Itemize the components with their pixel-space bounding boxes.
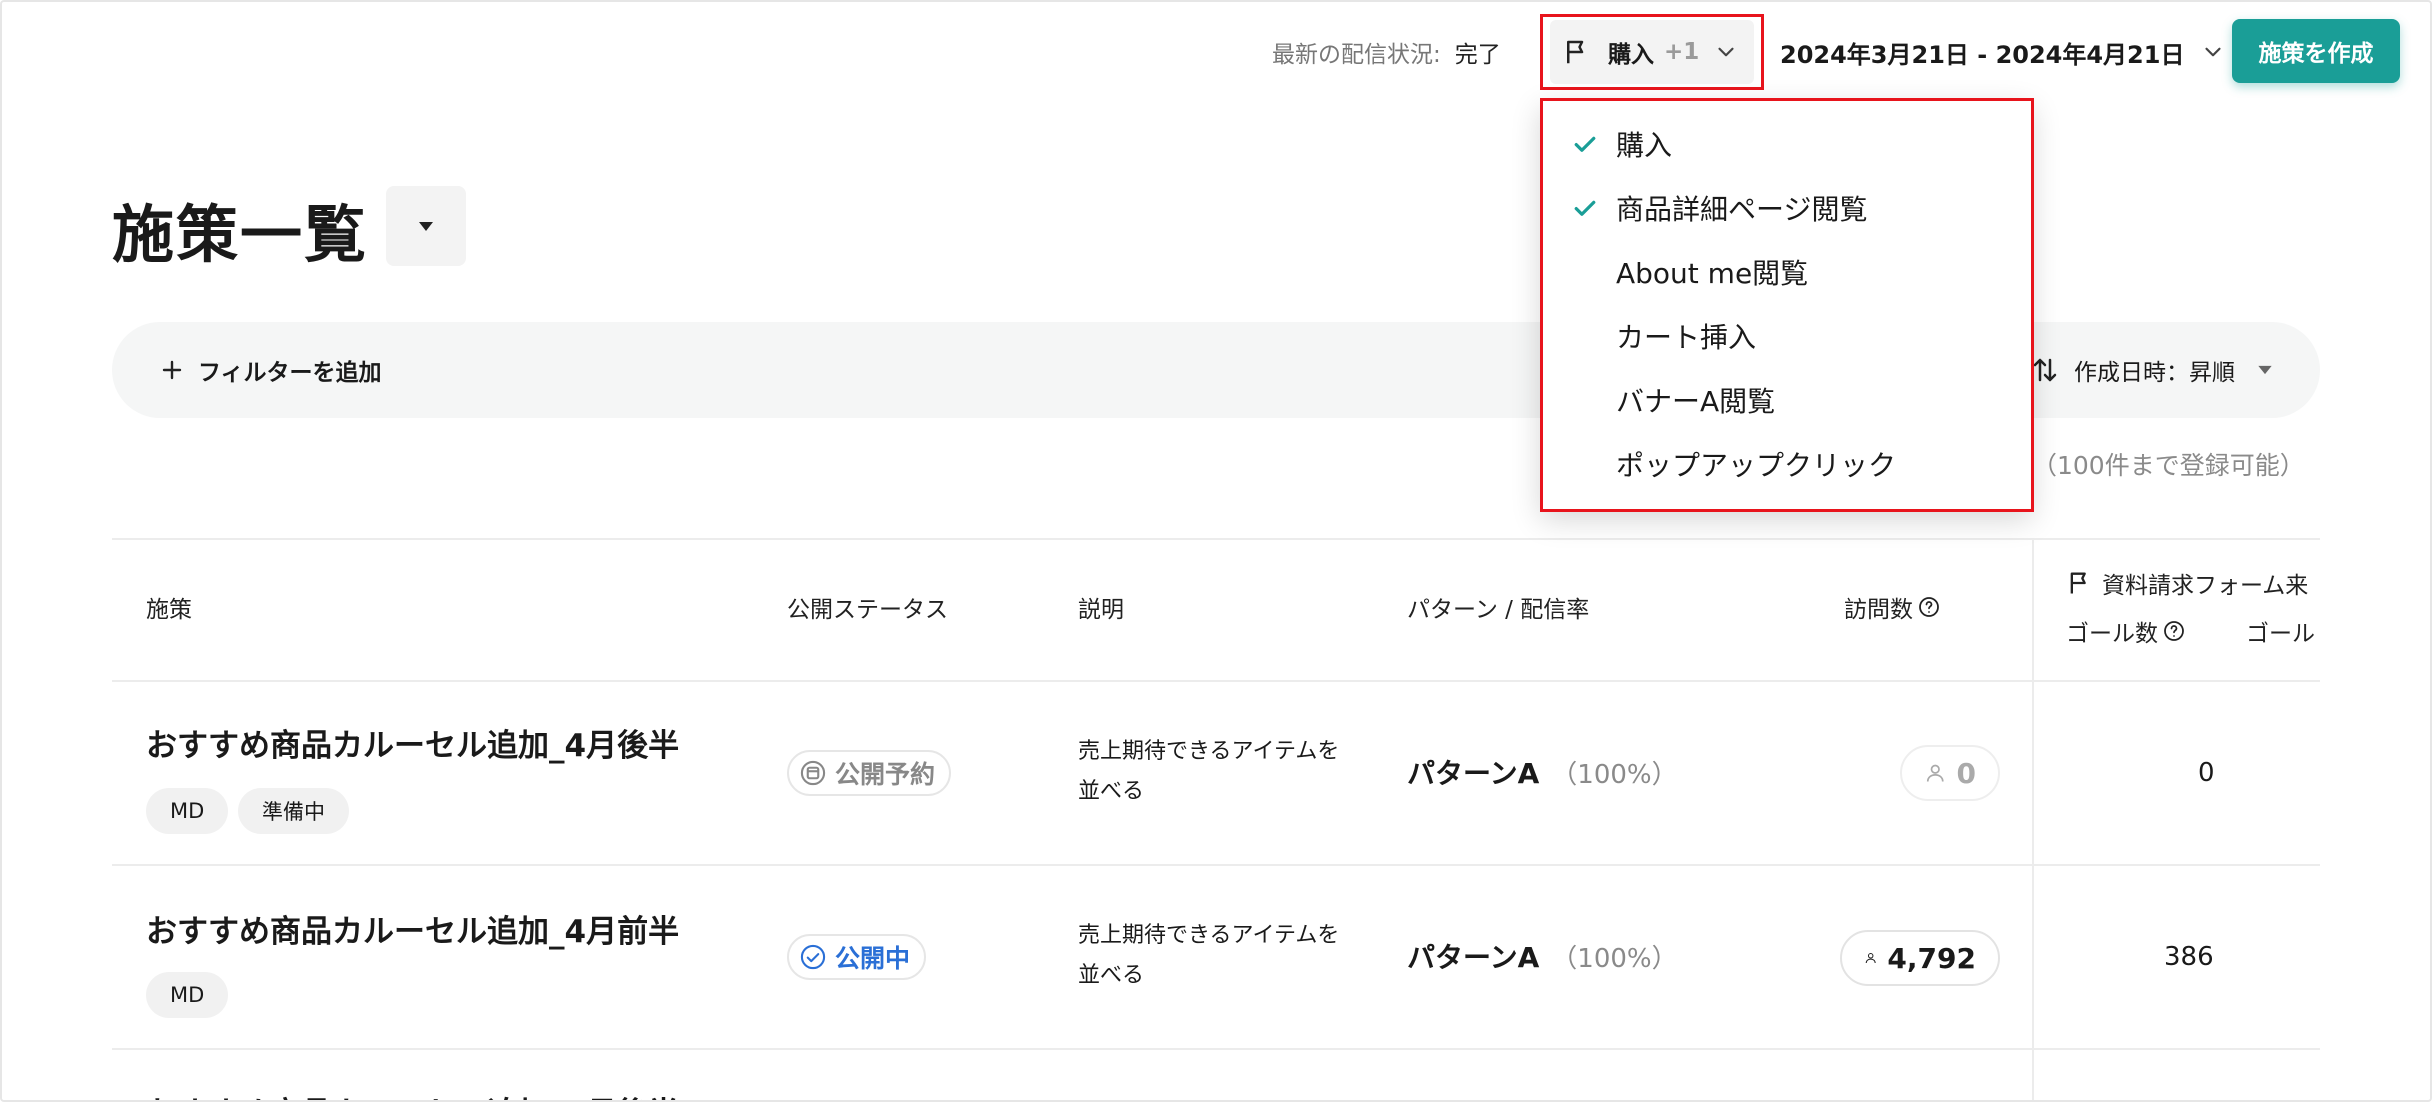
pattern-cell: パターンA （100%）: [1407, 936, 1678, 976]
check-circle-icon: [800, 944, 826, 970]
help-icon[interactable]: [2162, 619, 2186, 643]
user-icon: [1865, 953, 1876, 964]
chevron-down-icon: [2205, 47, 2222, 57]
add-filter-button[interactable]: フィルターを追加: [160, 350, 382, 390]
add-filter-label: フィルターを追加: [198, 360, 382, 386]
goal-dropdown-menu: 購入 商品詳細ページ閲覧 About me閲覧 カート挿入 バナーA閲覧 ポップ…: [1540, 98, 2032, 510]
plus-icon: [162, 360, 182, 380]
help-icon[interactable]: [1917, 595, 1941, 619]
campaign-tag: MD: [146, 972, 229, 1018]
create-campaign-button[interactable]: 施策を作成: [2232, 19, 2400, 83]
header-goal-count: ゴール数: [2066, 614, 2186, 648]
flag-icon: [1567, 40, 1584, 64]
goal-selector-label: 購入: [1608, 42, 1654, 68]
flag-icon: [2070, 572, 2086, 594]
campaign-tag: 準備中: [238, 788, 349, 834]
header-goal-group-label: 資料請求フォーム来: [2102, 573, 2309, 599]
goal-option-label: 商品詳細ページ閲覧: [1616, 193, 1868, 226]
delivery-status-value: 完了: [1454, 42, 1501, 68]
sort-label: 作成日時：昇順: [2074, 360, 2235, 386]
limit-note: （100件まで登録可能）: [2032, 451, 2305, 480]
check-icon: [1574, 136, 1596, 152]
title-menu-toggle[interactable]: [386, 186, 466, 266]
goal-count: 386: [2164, 942, 2214, 972]
header-goal-more: ゴール: [2246, 621, 2315, 647]
date-range-label: 2024年3月21日 - 2024年4月21日: [1780, 40, 2185, 69]
goal-option[interactable]: About me閲覧: [1540, 240, 2032, 304]
goal-option-label: ポップアップクリック: [1616, 449, 1897, 482]
sort-icon: [2033, 358, 2057, 382]
campaign-tag: MD: [146, 788, 229, 834]
goal-option[interactable]: カート挿入: [1540, 304, 2032, 368]
header-visits: 訪問数: [1844, 590, 1941, 624]
header-pattern: パターン / 配信率: [1407, 597, 1590, 623]
table-divider: [112, 538, 2320, 540]
delivery-status-label: 最新の配信状況:: [1272, 42, 1441, 68]
user-icon: [1926, 764, 1944, 782]
pattern-cell: パターンA （100%）: [1407, 752, 1678, 792]
caret-down-icon: [2258, 365, 2272, 375]
campaign-name[interactable]: おすすめ商品カルーセル追加_4月後半: [146, 720, 679, 765]
campaign-description: 売上期待できるアイテムを並べる: [1078, 923, 1340, 988]
header-description: 説明: [1078, 597, 1124, 623]
goal-option[interactable]: ポップアップクリック: [1540, 432, 2032, 496]
goal-option-label: About me閲覧: [1616, 257, 1809, 290]
status-badge: 公開予約: [787, 750, 952, 796]
pattern-rate: （100%）: [1551, 759, 1678, 790]
campaign-name[interactable]: おすすめ商品カルーセル追加_3月後半: [146, 1088, 679, 1100]
header-campaign: 施策: [146, 597, 192, 623]
campaign-description: 売上期待できるアイテムを並べる: [1078, 739, 1340, 804]
visits-count: 0: [1956, 756, 1976, 790]
goal-count: 0: [2198, 758, 2215, 788]
goal-option-label: 購入: [1616, 129, 1673, 162]
sort-selector[interactable]: 作成日時：昇順: [2030, 350, 2275, 390]
goal-option[interactable]: 商品詳細ページ閲覧: [1540, 176, 2032, 240]
table-divider: [112, 1048, 2320, 1050]
date-range-picker[interactable]: 2024年3月21日 - 2024年4月21日: [1780, 30, 2226, 74]
table-divider: [112, 864, 2320, 866]
campaign-name[interactable]: おすすめ商品カルーセル追加_4月前半: [146, 906, 679, 951]
visits-count: 4,792: [1887, 941, 1976, 975]
goal-option[interactable]: バナーA閲覧: [1540, 368, 2032, 432]
header-goal-group: 資料請求フォーム来: [2066, 566, 2308, 600]
status-label: 公開中: [835, 944, 911, 973]
pattern-name: パターンA: [1407, 941, 1540, 974]
header-status: 公開ステータス: [787, 597, 948, 623]
header-visits-label: 訪問数: [1844, 597, 1913, 623]
calendar-icon: [800, 760, 826, 786]
header-goal-count-label: ゴール数: [2066, 621, 2158, 647]
status-badge: 公開中: [787, 934, 927, 980]
page-title: 施策一覧: [112, 198, 369, 271]
goal-selector-extra-count: +1: [1664, 39, 1700, 65]
goal-option[interactable]: 購入: [1540, 112, 2032, 176]
delivery-status: 最新の配信状況: 完了: [1272, 32, 1501, 72]
table-divider: [112, 680, 2320, 682]
visits-badge: 0: [1900, 745, 2000, 801]
status-label: 公開予約: [835, 760, 936, 789]
chevron-down-icon: [1718, 47, 1734, 57]
check-icon: [1574, 200, 1596, 216]
app-frame: 最新の配信状況: 完了 購入 +1 2024年3月21日 - 2024年4月21…: [0, 0, 2432, 1102]
table-column-divider: [2032, 538, 2034, 1100]
goal-option-label: カート挿入: [1616, 321, 1757, 354]
caret-down-icon: [419, 222, 433, 231]
goal-option-label: バナーA閲覧: [1616, 385, 1776, 418]
visits-badge: 4,792: [1840, 930, 2000, 986]
pattern-name: パターンA: [1407, 757, 1540, 790]
pattern-rate: （100%）: [1551, 943, 1678, 974]
goal-selector-button[interactable]: 購入 +1: [1550, 20, 1754, 84]
